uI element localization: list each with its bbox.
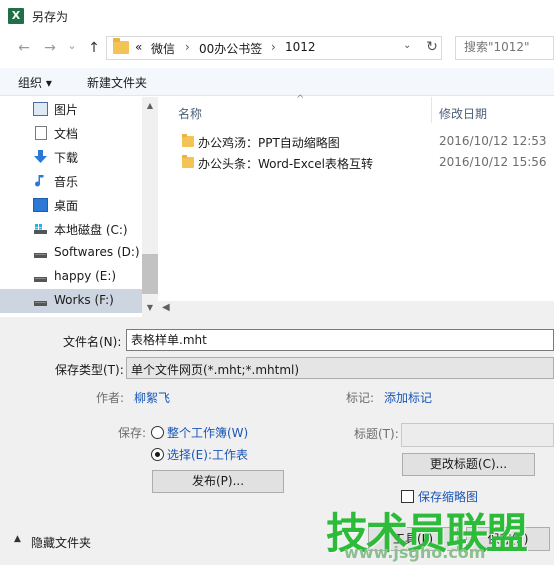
- list-item[interactable]: 办公鸡汤：PPT自动缩略图 2016/10/12 12:53: [176, 131, 554, 153]
- downloads-icon: [34, 150, 47, 163]
- window-title: 另存为: [32, 10, 69, 24]
- title-bar: X 另存为: [0, 0, 554, 32]
- file-type-value: 单个文件网页(*.mht;*.mhtml): [131, 363, 300, 377]
- recent-locations-icon[interactable]: ⌄: [62, 36, 82, 56]
- file-date: 2016/10/12 12:53: [439, 134, 547, 148]
- sidebar-item-drive-c[interactable]: 本地磁盘 (C:): [0, 217, 142, 241]
- sidebar-item-documents[interactable]: 文档: [0, 121, 142, 145]
- sidebar-item-label: Works (F:): [54, 293, 114, 307]
- sidebar-item-desktop[interactable]: 桌面: [0, 193, 142, 217]
- column-header-name[interactable]: 名称: [178, 105, 202, 122]
- breadcrumb-weixin[interactable]: 微信: [151, 40, 175, 57]
- watermark-url: www.jsgho.com: [344, 543, 486, 562]
- pictures-icon: [33, 102, 48, 116]
- search-box[interactable]: [455, 36, 554, 60]
- sidebar-item-drive-e[interactable]: happy (E:): [0, 265, 142, 289]
- scroll-up-icon[interactable]: ▲: [142, 99, 158, 113]
- breadcrumb-1012[interactable]: 1012: [285, 40, 316, 54]
- new-folder-button[interactable]: 新建文件夹: [87, 74, 147, 91]
- sidebar-item-label: 下载: [54, 151, 79, 165]
- file-type-label: 保存类型(T):: [55, 363, 124, 377]
- sidebar-item-label: 文档: [54, 127, 79, 141]
- save-options-panel: 文件名(N): 保存类型(T): 单个文件网页(*.mht;*.mhtml) 作…: [0, 317, 554, 565]
- excel-icon: X: [8, 8, 24, 24]
- sidebar-item-label: 本地磁盘 (C:): [54, 223, 128, 237]
- list-item[interactable]: 办公头条：Word-Excel表格互转 2016/10/12 15:56: [176, 152, 554, 174]
- save-scope-label: 保存:: [118, 426, 147, 440]
- tags-label: 标记:: [346, 391, 375, 405]
- back-icon[interactable]: ←: [14, 38, 34, 58]
- scroll-left-icon[interactable]: ◀: [162, 302, 170, 313]
- system-drive-icon: [34, 224, 47, 234]
- sidebar-item-label: happy (E:): [54, 269, 117, 283]
- sidebar-item-drive-f[interactable]: Works (F:): [0, 289, 142, 313]
- drive-icon: [34, 253, 47, 258]
- music-icon: [35, 175, 44, 187]
- radio-selection[interactable]: [151, 448, 164, 461]
- filename-label: 文件名(N):: [63, 335, 122, 349]
- title-input: [401, 423, 554, 447]
- sidebar-scroll-thumb[interactable]: [142, 254, 158, 294]
- hide-folders-button[interactable]: 隐藏文件夹: [31, 534, 91, 551]
- publish-button[interactable]: 发布(P)...: [152, 470, 284, 493]
- scroll-down-icon[interactable]: ▼: [142, 301, 158, 315]
- address-bar[interactable]: « 微信 › 00办公书签 › 1012 ⌄ ↻: [106, 36, 442, 60]
- column-header-date[interactable]: 修改日期: [439, 105, 487, 122]
- up-folder-icon[interactable]: ↑: [84, 38, 104, 58]
- sidebar-item-music[interactable]: 音乐: [0, 169, 142, 193]
- forward-icon[interactable]: →: [40, 38, 60, 58]
- change-title-button[interactable]: 更改标题(C)...: [402, 453, 535, 476]
- author-label: 作者:: [96, 391, 125, 405]
- sidebar-item-label: 桌面: [54, 199, 79, 213]
- drive-icon: [34, 277, 47, 282]
- file-date: 2016/10/12 15:56: [439, 155, 547, 169]
- folder-icon: [182, 134, 194, 147]
- add-tags-link[interactable]: 添加标记: [384, 389, 432, 406]
- horizontal-scrollbar[interactable]: ◀: [158, 301, 554, 317]
- radio-selection-label[interactable]: 选择(E):工作表: [167, 446, 248, 463]
- sidebar-item-label: 图片: [54, 103, 79, 117]
- sidebar-item-pictures[interactable]: 图片: [0, 97, 142, 121]
- folder-icon: [182, 155, 194, 168]
- file-type-select[interactable]: 单个文件网页(*.mht;*.mhtml): [126, 357, 554, 379]
- file-list: 名称 ^ 修改日期 办公鸡汤：PPT自动缩略图 2016/10/12 12:53…: [158, 94, 554, 317]
- file-name: 办公鸡汤：PPT自动缩略图: [198, 136, 340, 150]
- breadcrumb-overflow[interactable]: «: [135, 40, 142, 54]
- title-label: 标题(T):: [354, 427, 399, 441]
- address-dropdown-icon[interactable]: ⌄: [403, 40, 417, 51]
- filename-field[interactable]: [126, 329, 554, 351]
- sidebar-item-label: 音乐: [54, 175, 79, 189]
- refresh-icon[interactable]: ↻: [423, 39, 441, 55]
- search-input[interactable]: [464, 40, 554, 54]
- folder-icon: [113, 38, 129, 54]
- radio-entire-workbook-label[interactable]: 整个工作簿(W): [167, 424, 248, 441]
- organize-button[interactable]: 组织 ▾: [18, 74, 52, 91]
- file-name: 办公头条：Word-Excel表格互转: [198, 157, 373, 171]
- column-divider[interactable]: [431, 97, 432, 123]
- navigation-pane: 图片 文档 下载 音乐 桌面 本地磁盘 (C:) Softwares (D:) …: [0, 97, 158, 317]
- breadcrumb-separator[interactable]: ›: [271, 40, 276, 54]
- documents-icon: [35, 126, 47, 140]
- sidebar-item-downloads[interactable]: 下载: [0, 145, 142, 169]
- author-value[interactable]: 柳絮飞: [134, 389, 170, 406]
- drive-icon: [34, 301, 47, 306]
- chevron-up-icon[interactable]: ▲: [14, 534, 21, 544]
- radio-entire-workbook[interactable]: [151, 426, 164, 439]
- desktop-icon: [33, 198, 48, 212]
- toolbar: 组织 ▾ 新建文件夹: [0, 68, 554, 96]
- sort-ascending-icon: ^: [296, 94, 305, 105]
- sidebar-item-label: Softwares (D:): [54, 245, 140, 259]
- filename-input[interactable]: [131, 332, 431, 346]
- breadcrumb-separator[interactable]: ›: [185, 40, 190, 54]
- sidebar-item-drive-d[interactable]: Softwares (D:): [0, 241, 142, 265]
- breadcrumb-bookmarks[interactable]: 00办公书签: [199, 40, 262, 57]
